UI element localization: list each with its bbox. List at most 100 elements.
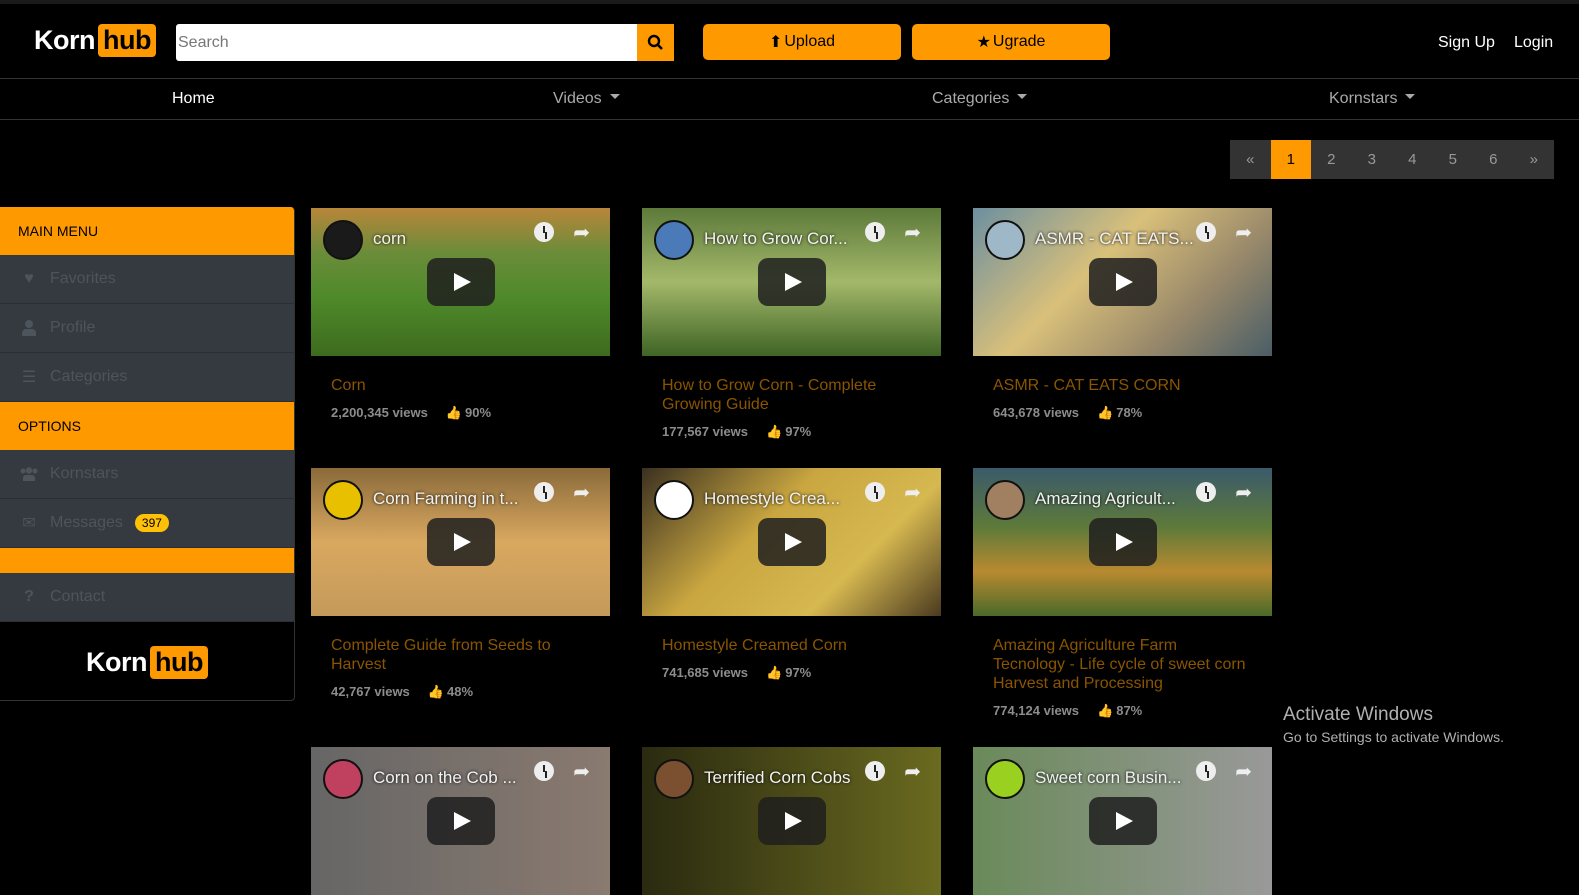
channel-avatar[interactable] (323, 480, 363, 520)
list-check-icon: ☰ (21, 369, 37, 386)
upgrade-button[interactable]: ★ Ugrade (912, 24, 1110, 60)
sidebar-item-messages[interactable]: ✉ Messages 397 (0, 499, 294, 548)
video-card: Homestyle Crea... ➦ Homestyle Creamed Co… (642, 468, 941, 681)
video-meta: 774,124 views 👍 87% (993, 703, 1252, 719)
clock-icon[interactable] (1196, 222, 1216, 242)
clock-icon[interactable] (534, 761, 554, 781)
video-thumbnail[interactable]: Corn on the Cob ... ➦ (311, 747, 610, 895)
page-next[interactable]: » (1513, 140, 1554, 179)
sidebar-logo[interactable]: Korn hub (86, 645, 208, 679)
channel-avatar[interactable] (323, 759, 363, 799)
clock-icon[interactable] (1196, 761, 1216, 781)
channel-avatar[interactable] (654, 480, 694, 520)
sidebar-item-label: Favorites (50, 270, 116, 287)
sidebar-item-contact[interactable]: ? Contact (0, 573, 294, 622)
nav-kornstars[interactable]: Kornstars (1329, 90, 1416, 108)
page-2[interactable]: 2 (1311, 140, 1352, 179)
video-thumbnail[interactable]: Amazing Agricult... ➦ (973, 468, 1272, 616)
overlay-title: Amazing Agricult... (1035, 489, 1176, 508)
video-thumbnail[interactable]: ASMR - CAT EATS... ➦ (973, 208, 1272, 356)
video-title[interactable]: ASMR - CAT EATS CORN (993, 376, 1252, 395)
video-title[interactable]: Homestyle Creamed Corn (662, 636, 921, 655)
video-thumbnail[interactable]: Corn Farming in t... ➦ (311, 468, 610, 616)
rating-value: 87% (1116, 703, 1143, 718)
page-prev[interactable]: « (1230, 140, 1271, 179)
channel-avatar[interactable] (985, 220, 1025, 260)
play-button[interactable] (758, 518, 826, 566)
sidebar-item-label: Profile (50, 319, 96, 336)
play-button[interactable] (427, 258, 495, 306)
logo-badge: hub (150, 645, 208, 679)
share-icon[interactable]: ➦ (904, 759, 921, 784)
share-icon[interactable]: ➦ (573, 480, 590, 505)
clock-icon[interactable] (1196, 482, 1216, 502)
clock-icon[interactable] (865, 482, 885, 502)
video-card: How to Grow Cor... ➦ How to Grow Corn - … (642, 208, 941, 440)
video-title[interactable]: How to Grow Corn - Complete Growing Guid… (662, 376, 921, 414)
channel-avatar[interactable] (985, 480, 1025, 520)
channel-avatar[interactable] (654, 759, 694, 799)
nav-categories-label: Categories (932, 90, 1010, 107)
page-5[interactable]: 5 (1432, 140, 1473, 179)
share-icon[interactable]: ➦ (904, 480, 921, 505)
signup-link[interactable]: Sign Up (1438, 34, 1495, 52)
nav-videos-label: Videos (553, 90, 602, 107)
search-input[interactable] (176, 24, 637, 61)
play-button[interactable] (1089, 258, 1157, 306)
video-card: ASMR - CAT EATS... ➦ ASMR - CAT EATS COR… (973, 208, 1272, 421)
video-card: Amazing Agricult... ➦ Amazing Agricultur… (973, 468, 1272, 719)
caret-down-icon (609, 94, 620, 100)
clock-icon[interactable] (865, 222, 885, 242)
rating: 👍 87% (1097, 703, 1142, 719)
share-icon[interactable]: ➦ (573, 220, 590, 245)
play-button[interactable] (1089, 797, 1157, 845)
video-thumbnail[interactable]: Sweet corn Busin... ➦ (973, 747, 1272, 895)
page-1[interactable]: 1 (1270, 140, 1311, 179)
clock-icon[interactable] (865, 761, 885, 781)
share-icon[interactable]: ➦ (1235, 759, 1252, 784)
share-icon[interactable]: ➦ (1235, 480, 1252, 505)
play-button[interactable] (427, 797, 495, 845)
video-title[interactable]: Corn (331, 376, 590, 395)
site-logo[interactable]: Korn hub (34, 24, 156, 57)
upload-button[interactable]: ⬆ Upload (703, 24, 901, 60)
sidebar-item-kornstars[interactable]: Kornstars (0, 450, 294, 499)
share-icon[interactable]: ➦ (573, 759, 590, 784)
video-meta: 2,200,345 views 👍 90% (331, 405, 590, 421)
share-icon[interactable]: ➦ (904, 220, 921, 245)
overlay-title: corn (373, 229, 407, 248)
video-thumbnail[interactable]: corn ➦ (311, 208, 610, 356)
nav-home[interactable]: Home (172, 90, 215, 108)
star-icon: ★ (976, 34, 991, 51)
search-button[interactable] (637, 24, 674, 61)
channel-avatar[interactable] (985, 759, 1025, 799)
page-4[interactable]: 4 (1392, 140, 1433, 179)
clock-icon[interactable] (534, 222, 554, 242)
sidebar-item-profile[interactable]: Profile (0, 304, 294, 353)
nav-categories[interactable]: Categories (932, 90, 1028, 108)
channel-avatar[interactable] (323, 220, 363, 260)
video-thumbnail[interactable]: Terrified Corn Cobs ➦ (642, 747, 941, 895)
sidebar-item-favorites[interactable]: ♥ Favorites (0, 255, 294, 304)
play-button[interactable] (758, 797, 826, 845)
play-button[interactable] (1089, 518, 1157, 566)
video-card: Corn Farming in t... ➦ Complete Guide fr… (311, 468, 610, 700)
main-menu-header: MAIN MENU (0, 207, 294, 255)
page-6[interactable]: 6 (1473, 140, 1514, 179)
page-3[interactable]: 3 (1351, 140, 1392, 179)
search-icon (647, 34, 663, 50)
clock-icon[interactable] (534, 482, 554, 502)
nav-videos[interactable]: Videos (553, 90, 620, 108)
share-icon[interactable]: ➦ (1235, 220, 1252, 245)
view-count: 774,124 views (993, 703, 1080, 718)
play-button[interactable] (758, 258, 826, 306)
video-thumbnail[interactable]: How to Grow Cor... ➦ (642, 208, 941, 356)
play-button[interactable] (427, 518, 495, 566)
channel-avatar[interactable] (654, 220, 694, 260)
video-thumbnail[interactable]: Homestyle Crea... ➦ (642, 468, 941, 616)
video-title[interactable]: Complete Guide from Seeds to Harvest (331, 636, 590, 674)
sidebar-item-categories[interactable]: ☰ Categories (0, 353, 294, 402)
video-title[interactable]: Amazing Agriculture Farm Tecnology - Lif… (993, 636, 1252, 693)
login-link[interactable]: Login (1514, 34, 1553, 52)
watermark-subtitle: Go to Settings to activate Windows. (1283, 729, 1504, 745)
